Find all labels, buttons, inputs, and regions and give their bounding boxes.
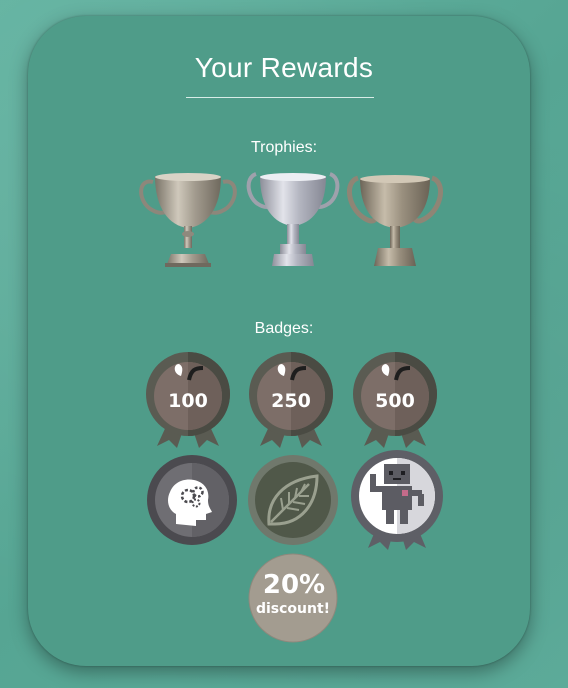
- discount-percent: 20%: [263, 570, 325, 600]
- robot-badge-icon[interactable]: [348, 450, 446, 550]
- gold-trophy-icon[interactable]: [137, 168, 239, 268]
- leaf-badge-icon[interactable]: [247, 454, 339, 546]
- page-title: Your Rewards: [194, 52, 374, 83]
- apple-badge-value: 500: [375, 390, 415, 412]
- apple-badge-icon[interactable]: 100: [139, 350, 237, 448]
- bronze-trophy-icon[interactable]: [344, 168, 446, 268]
- discount-label: discount!: [256, 601, 330, 617]
- apple-badge-value: 100: [168, 390, 208, 412]
- title-divider: [186, 97, 374, 98]
- apple-badge-value: 250: [271, 390, 311, 412]
- apple-badge-icon[interactable]: 250: [242, 350, 340, 448]
- discount-badge-icon[interactable]: 20% discount!: [248, 553, 338, 643]
- brain-gears-badge-icon[interactable]: [146, 454, 238, 546]
- apple-badge-icon[interactable]: 500: [346, 350, 444, 448]
- badges-heading: Badges:: [254, 320, 314, 337]
- silver-trophy-icon[interactable]: [242, 168, 344, 268]
- trophies-heading: Trophies:: [250, 139, 318, 156]
